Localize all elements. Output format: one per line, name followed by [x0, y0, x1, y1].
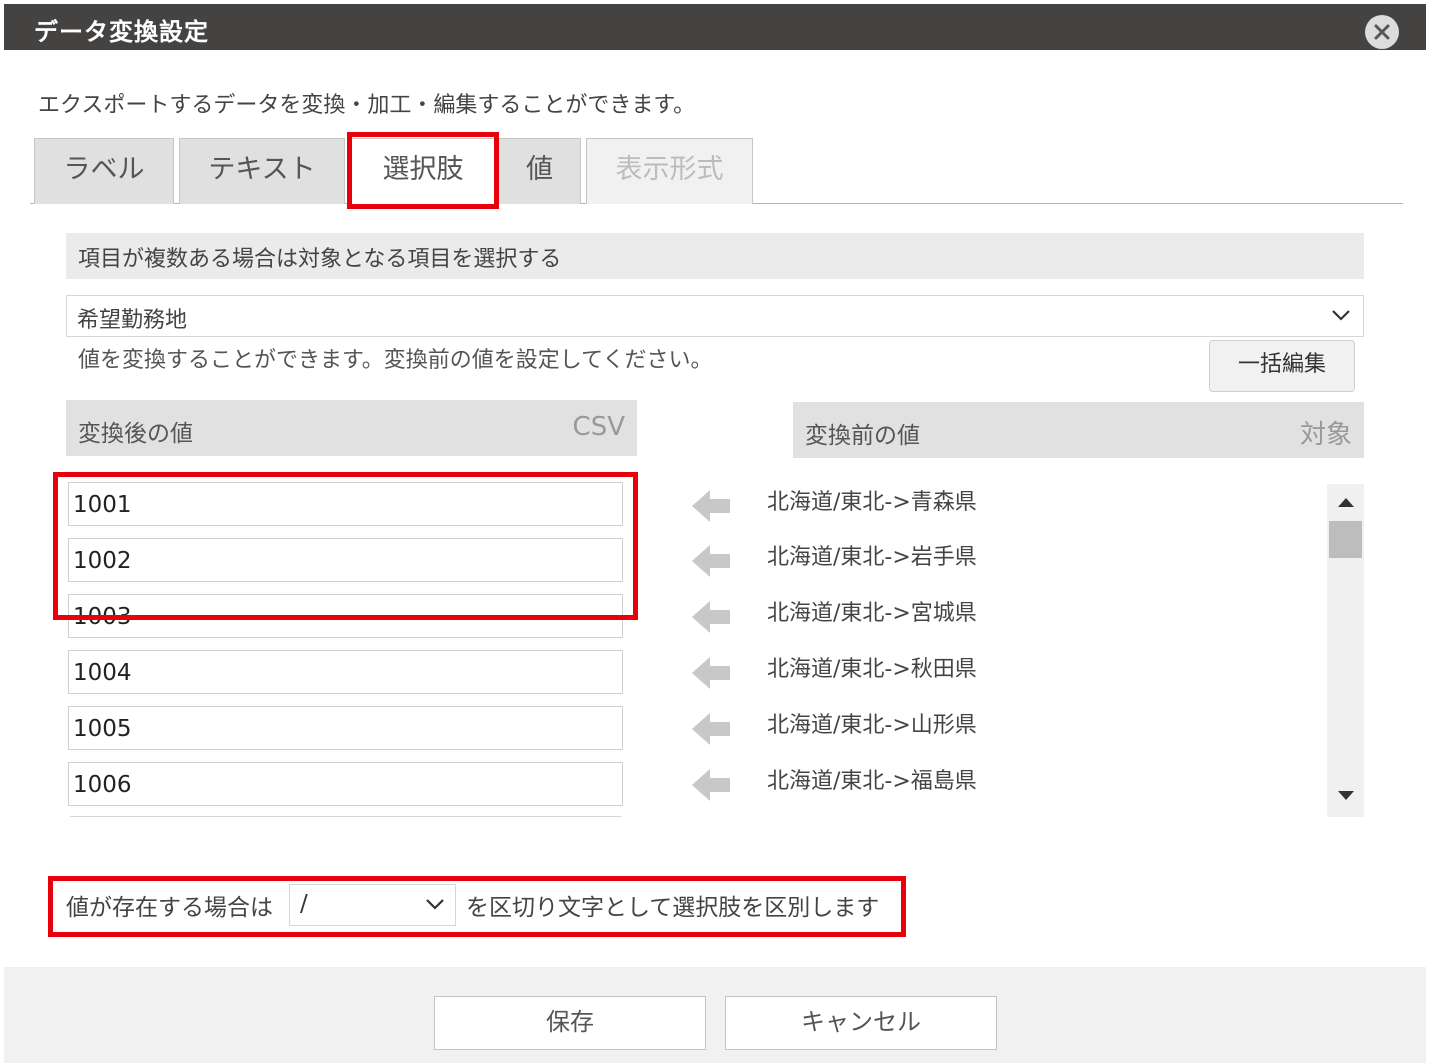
arrow-left-icon [692, 713, 730, 745]
dialog-title: データ変換設定 [34, 18, 209, 46]
after-value-input[interactable]: 1006 [68, 762, 623, 806]
csv-tag: CSV [572, 412, 625, 442]
before-value-label: 北海道/東北->山形県 [767, 713, 977, 738]
arrow-left-icon [692, 601, 730, 633]
after-value-input[interactable]: 1003 [68, 594, 623, 638]
separator-select[interactable]: / [289, 884, 456, 926]
item-section-heading: 項目が複数ある場合は対象となる項目を選択する [66, 233, 1364, 279]
tab-bar: ラベル テキスト 選択肢 値 表示形式 [30, 138, 1403, 204]
separator-suffix: を区切り文字として選択肢を区別します [466, 895, 880, 921]
close-icon [1374, 24, 1390, 40]
chevron-down-icon [426, 899, 444, 910]
arrow-left-icon [692, 657, 730, 689]
after-value-input[interactable]: 1001 [68, 482, 623, 526]
arrow-left-icon [692, 490, 730, 522]
item-select[interactable]: 希望勤務地 [66, 295, 1364, 337]
bulk-edit-button[interactable]: 一括編集 [1209, 340, 1355, 392]
after-value-input[interactable]: 1005 [68, 706, 623, 750]
after-value-input[interactable]: 1004 [68, 650, 623, 694]
list-scrollbar[interactable] [1327, 484, 1364, 817]
before-value-header-label: 変換前の値 [805, 423, 920, 449]
separator-prefix: 値が存在する場合は [66, 895, 273, 921]
value-hint: 値を変換することができます。変換前の値を設定してください。 [78, 348, 713, 373]
tab-text[interactable]: テキスト [179, 138, 345, 204]
scroll-down-icon[interactable] [1337, 790, 1355, 802]
before-value-label: 北海道/東北->青森県 [767, 490, 977, 515]
close-button[interactable] [1365, 15, 1399, 49]
scroll-up-icon[interactable] [1337, 496, 1355, 508]
tab-value[interactable]: 値 [498, 138, 581, 204]
dialog-description: エクスポートするデータを変換・加工・編集することができます。 [38, 93, 696, 118]
before-value-label: 北海道/東北->福島県 [767, 769, 977, 794]
arrow-left-icon [692, 769, 730, 801]
after-value-header-label: 変換後の値 [78, 421, 193, 447]
dialog-titlebar: データ変換設定 [4, 4, 1426, 50]
tab-label[interactable]: ラベル [34, 138, 174, 204]
arrow-left-icon [692, 545, 730, 577]
item-select-value: 希望勤務地 [77, 308, 188, 333]
scroll-thumb[interactable] [1329, 521, 1362, 558]
before-value-label: 北海道/東北->岩手県 [767, 545, 977, 570]
tab-display-format: 表示形式 [586, 138, 753, 204]
chevron-down-icon [1332, 310, 1350, 321]
cancel-button[interactable]: キャンセル [725, 996, 997, 1050]
before-value-label: 北海道/東北->宮城県 [767, 601, 977, 626]
before-value-label: 北海道/東北->秋田県 [767, 657, 977, 682]
target-tag: 対象 [1299, 420, 1352, 450]
before-value-header: 変換前の値 対象 [793, 402, 1364, 458]
after-value-input[interactable]: 1002 [68, 538, 623, 582]
save-button[interactable]: 保存 [434, 996, 706, 1050]
separator-value: / [300, 891, 308, 917]
after-value-header: 変換後の値 CSV [66, 400, 637, 456]
tab-choices[interactable]: 選択肢 [350, 138, 496, 204]
dialog-footer [4, 967, 1426, 1063]
list-bottom-edge [70, 816, 621, 817]
